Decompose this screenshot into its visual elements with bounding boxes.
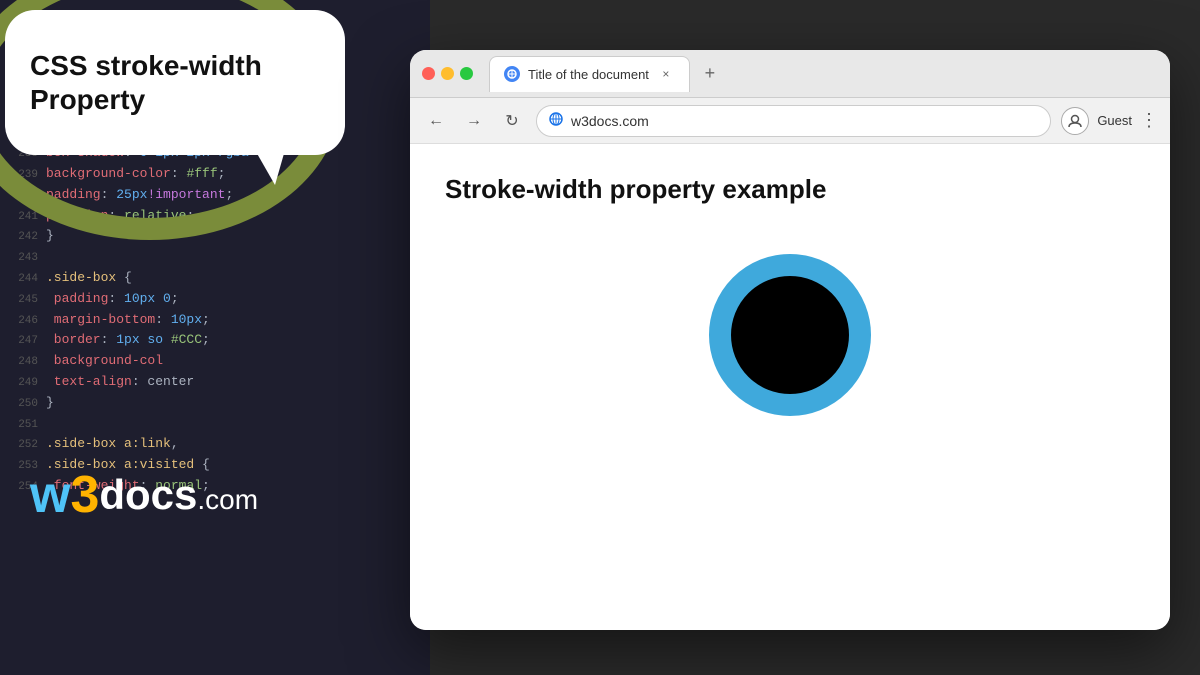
minimize-window-button[interactable]: [441, 67, 454, 80]
tab-title: Title of the document: [528, 67, 649, 82]
address-bar[interactable]: w3docs.com: [536, 105, 1051, 137]
forward-button[interactable]: →: [460, 107, 488, 135]
browser-titlebar: Title of the document × +: [410, 50, 1170, 98]
user-avatar-button[interactable]: [1061, 107, 1089, 135]
logo-w3: w3: [30, 465, 99, 525]
w3docs-logo: w3 docs.com: [30, 465, 258, 525]
logo-docs-com: docs.com: [99, 471, 258, 519]
speech-bubble: CSS stroke-width Property: [5, 10, 345, 155]
demo-circle: [720, 265, 860, 405]
traffic-lights: [422, 67, 473, 80]
guest-label: Guest: [1097, 113, 1132, 128]
refresh-button[interactable]: ↻: [498, 107, 526, 135]
back-button[interactable]: ←: [422, 107, 450, 135]
browser-content: Stroke-width property example: [410, 144, 1170, 630]
new-tab-button[interactable]: +: [696, 60, 724, 88]
page-heading: Stroke-width property example: [445, 174, 1135, 205]
browser-tab-active[interactable]: Title of the document ×: [489, 56, 690, 92]
address-bar-row: ← → ↻ w3docs.com Guest ⋮: [410, 98, 1170, 144]
address-text: w3docs.com: [571, 113, 649, 129]
demo-svg: [690, 235, 890, 435]
browser-menu-button[interactable]: ⋮: [1140, 110, 1158, 131]
close-window-button[interactable]: [422, 67, 435, 80]
browser-window: Title of the document × + ← → ↻ w3docs.c…: [410, 50, 1170, 630]
tab-favicon: [504, 66, 520, 82]
tab-close-button[interactable]: ×: [657, 65, 675, 83]
tab-area: Title of the document × +: [489, 56, 1158, 92]
address-globe-icon: [549, 112, 563, 129]
maximize-window-button[interactable]: [460, 67, 473, 80]
speech-title: CSS stroke-width Property: [30, 49, 262, 116]
stroke-width-demo: [445, 235, 1135, 435]
user-area: Guest ⋮: [1061, 107, 1158, 135]
